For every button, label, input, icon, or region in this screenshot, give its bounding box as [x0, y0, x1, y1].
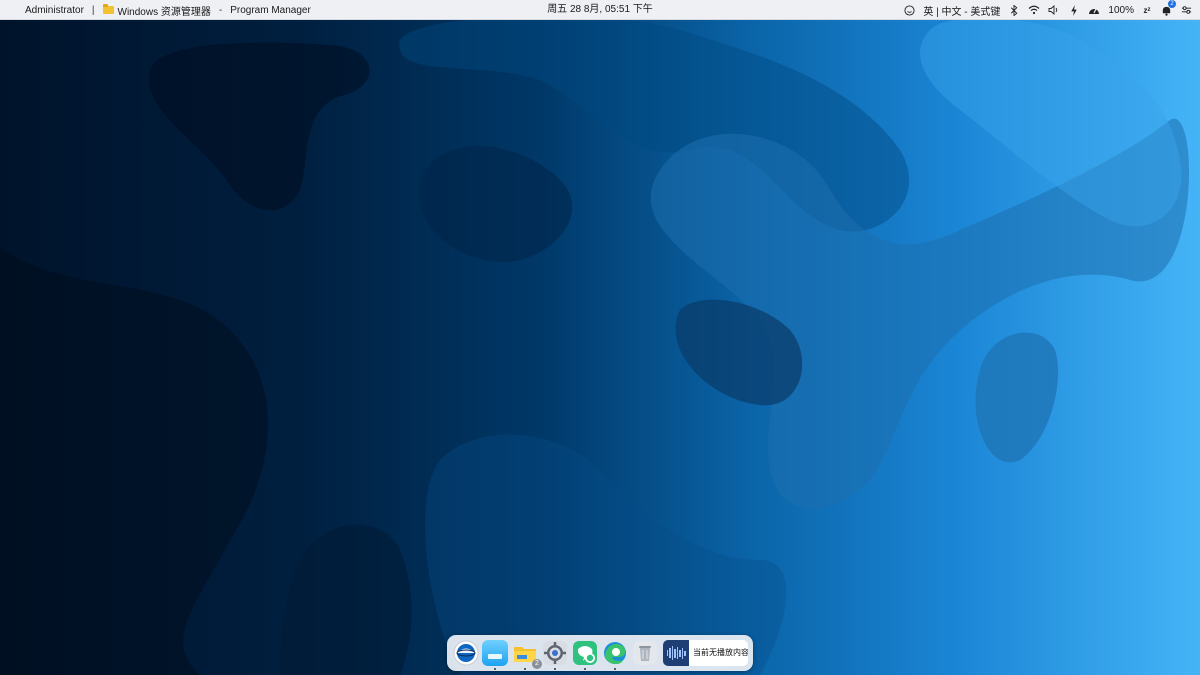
bluetooth-icon[interactable] — [1008, 4, 1020, 16]
wifi-icon[interactable] — [1028, 4, 1040, 16]
recycle-bin-app[interactable] — [632, 640, 658, 666]
globe-eye-icon — [453, 640, 479, 666]
folder-icon — [102, 4, 114, 14]
running-indicator — [584, 668, 586, 670]
gauge-icon[interactable] — [1088, 4, 1100, 16]
notification-count-badge: 2 — [1168, 0, 1176, 8]
clock[interactable]: 周五 28 8月, 05:51 下午 — [547, 4, 653, 15]
charging-icon — [1068, 4, 1080, 16]
menubar-left-group: Administrator | Windows 资源管理器 - Program … — [25, 0, 311, 20]
active-app-name[interactable]: Windows 资源管理器 — [118, 3, 211, 18]
edge-icon — [604, 642, 626, 665]
window-count-badge: 2 — [532, 659, 542, 669]
gear-icon — [543, 641, 567, 665]
sleep-icon[interactable]: zz — [1142, 4, 1152, 16]
settings-app[interactable] — [542, 640, 568, 670]
now-playing-widget[interactable]: 当前无播放内容 — [663, 640, 748, 666]
chat-icon — [573, 641, 597, 665]
user-name[interactable]: Administrator — [25, 5, 84, 16]
title-dash: - — [218, 4, 223, 16]
input-method-indicator[interactable]: 英 | 中文 - 美式键 — [923, 3, 1000, 18]
menubar-divider: | — [91, 4, 95, 16]
running-indicator — [524, 668, 526, 670]
notification-bell-icon[interactable]: 2 — [1160, 0, 1176, 16]
launchpad-app[interactable] — [482, 640, 508, 670]
file-explorer-app[interactable]: 2 — [512, 640, 542, 670]
running-indicator — [614, 668, 616, 670]
running-indicator — [494, 668, 496, 670]
finder-app[interactable] — [453, 640, 479, 666]
menubar-tray: 英 | 中文 - 美式键 100% zz 2 — [903, 0, 1192, 20]
top-menubar: Administrator | Windows 资源管理器 - Program … — [0, 0, 1200, 20]
emoji-smile-icon[interactable] — [903, 4, 915, 16]
running-indicator — [554, 668, 556, 670]
trash-icon — [633, 641, 657, 665]
desktop-wallpaper — [0, 0, 1200, 675]
wechat-app[interactable] — [572, 640, 598, 670]
settings-toggle-icon[interactable] — [1180, 4, 1192, 16]
wallpaper-blobs — [0, 16, 1190, 675]
battery-percentage[interactable]: 100% — [1108, 5, 1134, 16]
active-window-title[interactable]: Program Manager — [230, 5, 311, 16]
waveform-icon — [663, 640, 689, 666]
volume-icon[interactable] — [1048, 4, 1060, 16]
edge-browser-app[interactable] — [602, 640, 628, 670]
now-playing-text: 当前无播放内容 — [693, 648, 748, 657]
window-icon — [488, 654, 502, 659]
